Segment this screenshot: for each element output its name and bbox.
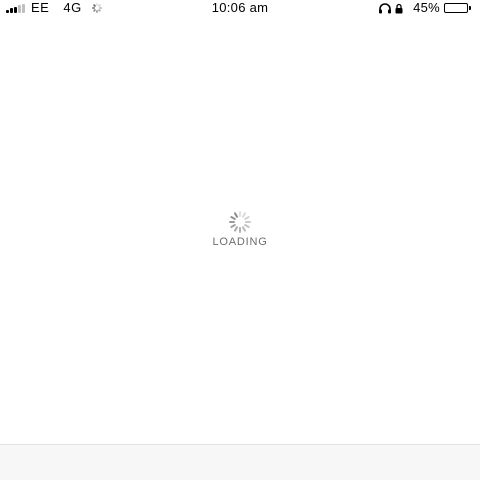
headphones-icon <box>378 2 392 14</box>
spinner-segment <box>245 221 251 223</box>
loading-indicator: LOADING <box>0 211 480 248</box>
spinner-segment <box>239 227 241 233</box>
battery-icon <box>444 3 472 14</box>
orientation-lock-icon <box>395 3 403 14</box>
app-screen: EE 4G 10:06 am 45% LOADING <box>0 0 480 480</box>
spinner-segment <box>233 225 239 233</box>
loading-label: LOADING <box>212 236 268 248</box>
bottom-bar <box>0 444 480 480</box>
spinner-segment <box>243 215 251 221</box>
status-bar: EE 4G 10:06 am 45% <box>0 0 480 16</box>
spinner-segment <box>229 221 235 223</box>
battery-percent: 45% <box>413 0 440 15</box>
loading-spinner-icon <box>229 211 251 233</box>
status-right: 45% <box>378 0 472 16</box>
